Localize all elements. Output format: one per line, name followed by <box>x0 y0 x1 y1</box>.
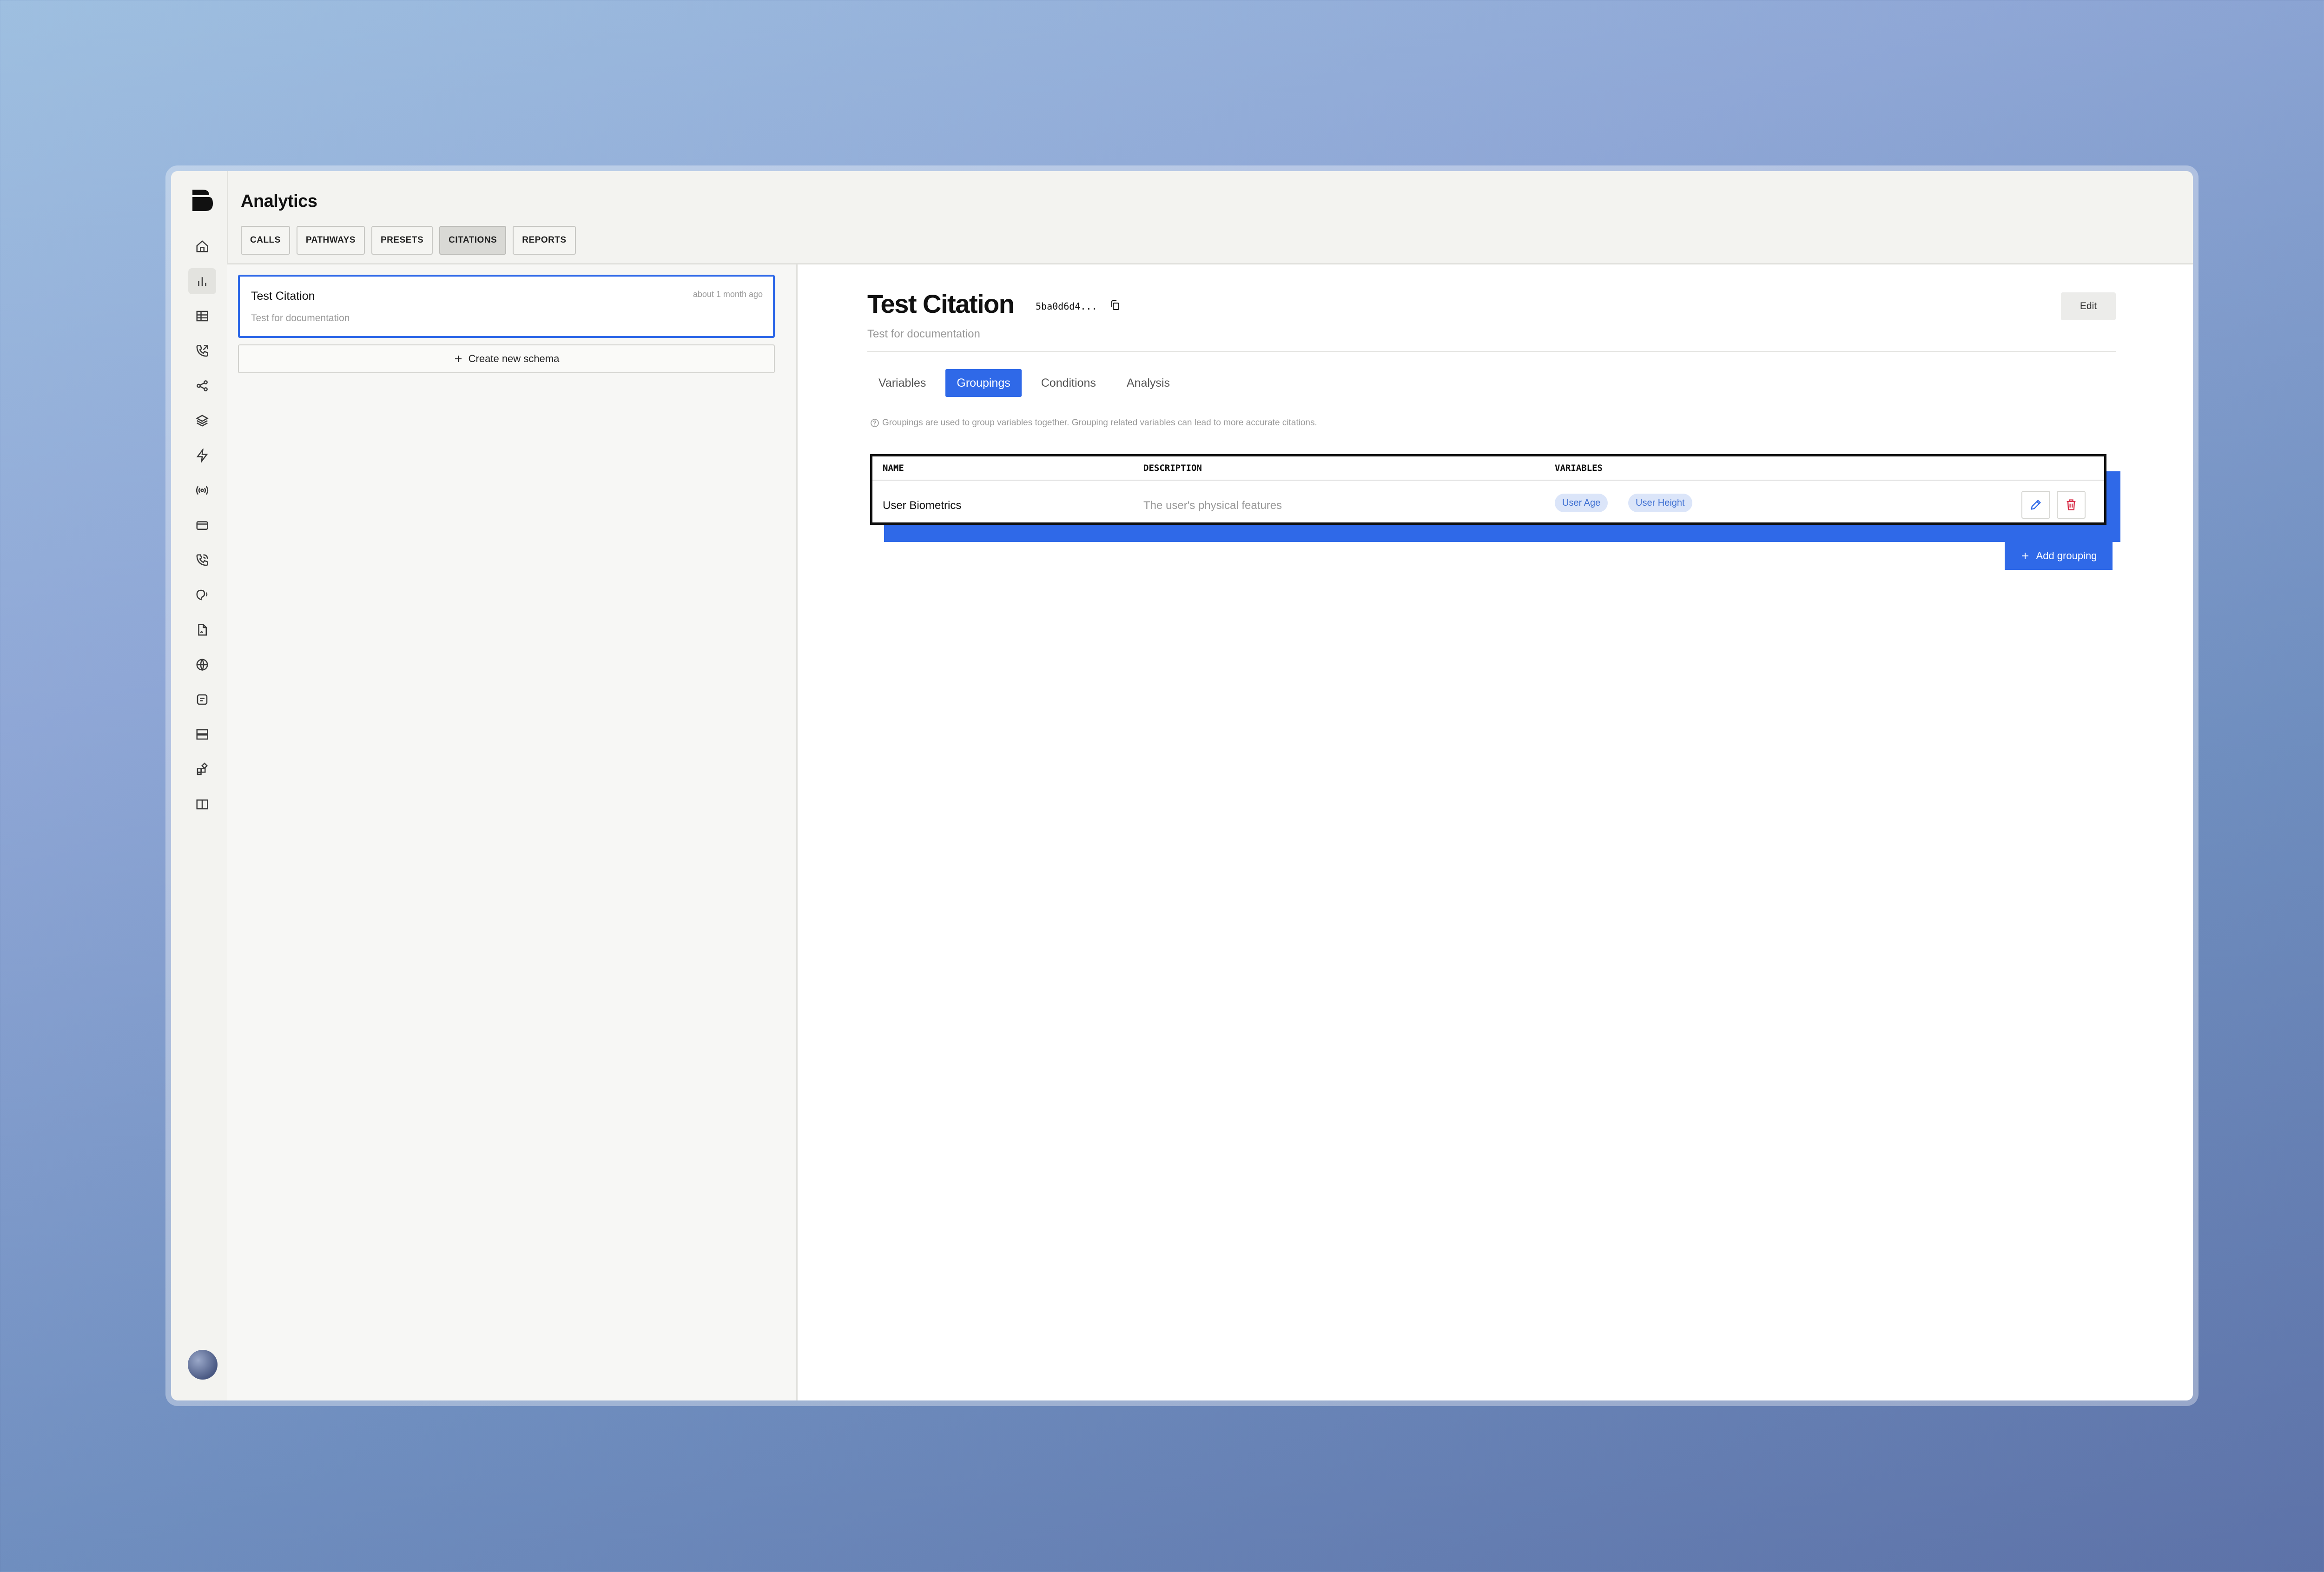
edit-grouping-button[interactable] <box>2021 491 2050 519</box>
nav-file-icon[interactable] <box>188 617 216 643</box>
nav-table-icon[interactable] <box>188 303 216 329</box>
plus-icon <box>2021 553 2028 559</box>
nav-book-icon[interactable] <box>188 791 216 817</box>
sidebar-rail <box>171 171 228 1400</box>
content-area: Test Citation about 1 month ago Test for… <box>227 263 2193 1400</box>
tab-presets[interactable]: PRESETS <box>371 226 433 255</box>
logo-icon <box>192 190 213 211</box>
tab-variables[interactable]: Variables <box>867 369 937 397</box>
pencil-icon <box>2031 500 2041 510</box>
tab-pathways[interactable]: PATHWAYS <box>296 226 365 255</box>
nav-home-icon[interactable] <box>188 233 216 259</box>
add-grouping-button[interactable]: Add grouping <box>2005 542 2113 570</box>
info-text: Groupings are used to group variables to… <box>882 418 1317 428</box>
tab-reports[interactable]: REPORTS <box>513 226 576 255</box>
nav-phone-outgoing-icon[interactable] <box>188 338 216 364</box>
plus-icon <box>455 356 462 362</box>
page-title: Analytics <box>241 192 317 211</box>
delete-grouping-button[interactable] <box>2057 491 2086 519</box>
header-description: DESCRIPTION <box>1143 463 1202 473</box>
nav-chart-icon[interactable] <box>188 268 216 294</box>
nav-bolt-icon[interactable] <box>188 443 216 469</box>
nav-phone-call-icon[interactable] <box>188 547 216 573</box>
edit-button[interactable]: Edit <box>2061 292 2116 320</box>
table-header: NAME DESCRIPTION VARIABLES <box>872 456 2104 481</box>
detail-description: Test for documentation <box>867 328 980 340</box>
nav-broadcast-icon[interactable] <box>188 477 216 503</box>
nav-layers-icon[interactable] <box>188 408 216 434</box>
create-schema-label: Create new schema <box>468 353 560 364</box>
add-grouping-label: Add grouping <box>2036 550 2097 561</box>
citation-id: 5ba0d6d4... <box>1036 301 1097 312</box>
copy-icon[interactable] <box>1110 300 1120 311</box>
user-avatar[interactable] <box>188 1350 218 1380</box>
citation-list-pane: Test Citation about 1 month ago Test for… <box>227 264 798 1400</box>
nav-tabs: CALLS PATHWAYS PRESETS CITATIONS REPORTS <box>241 226 576 255</box>
create-schema-button[interactable]: Create new schema <box>238 344 775 373</box>
nav-message-icon[interactable] <box>188 687 216 713</box>
help-circle-icon <box>871 419 879 427</box>
nav-widgets-icon[interactable] <box>188 756 216 782</box>
tab-analysis[interactable]: Analysis <box>1116 369 1181 397</box>
info-note: Groupings are used to group variables to… <box>870 418 1317 428</box>
citation-description: Test for documentation <box>251 313 350 324</box>
app-window: Analytics CALLS PATHWAYS PRESETS CITATIO… <box>171 171 2193 1400</box>
citation-detail-pane: Test Citation 5ba0d6d4... Test for docum… <box>798 264 2193 1400</box>
detail-title: Test Citation <box>867 289 1015 318</box>
detail-tabs: Variables Groupings Conditions Analysis <box>867 369 1181 397</box>
header-variables: VARIABLES <box>1555 463 1603 473</box>
nav-voice-icon[interactable] <box>188 582 216 608</box>
nav-server-icon[interactable] <box>188 721 216 747</box>
nav-share-icon[interactable] <box>188 373 216 399</box>
header-name: NAME <box>883 463 904 473</box>
citation-list-item[interactable]: Test Citation about 1 month ago Test for… <box>238 275 775 338</box>
tab-citations[interactable]: CITATIONS <box>439 226 507 255</box>
citation-title: Test Citation <box>251 290 315 303</box>
variable-pill: User Age <box>1555 494 1608 512</box>
trash-icon <box>2067 499 2076 510</box>
citation-timestamp: about 1 month ago <box>693 290 763 299</box>
nav-globe-icon[interactable] <box>188 652 216 678</box>
tab-calls[interactable]: CALLS <box>241 226 290 255</box>
grouping-name: User Biometrics <box>883 499 962 512</box>
variable-pill: User Height <box>1628 494 1692 512</box>
groupings-table: NAME DESCRIPTION VARIABLES User Biometri… <box>870 454 2106 525</box>
grouping-description: The user's physical features <box>1143 499 1282 512</box>
tab-conditions[interactable]: Conditions <box>1030 369 1107 397</box>
nav-card-icon[interactable] <box>188 512 216 538</box>
divider <box>867 351 2116 352</box>
tab-groupings[interactable]: Groupings <box>945 369 1022 397</box>
